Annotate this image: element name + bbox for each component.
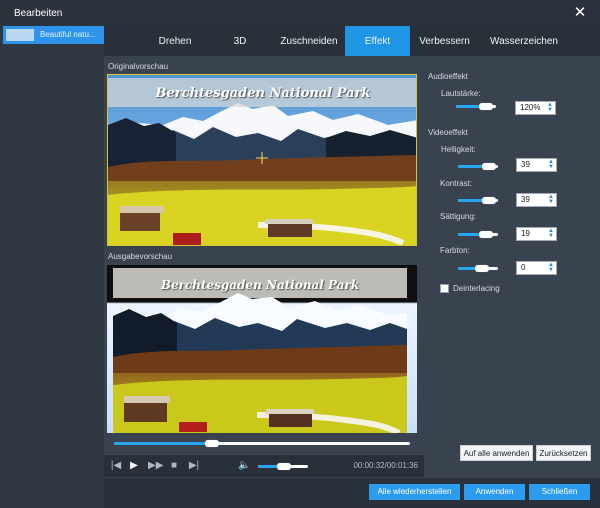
hue-label: Farbton: bbox=[440, 246, 470, 255]
tab-verbessern[interactable]: Verbessern bbox=[417, 26, 472, 56]
next-frame-icon[interactable]: ▶| bbox=[188, 460, 200, 472]
brightness-input[interactable]: 39 ▲ ▼ bbox=[516, 158, 557, 172]
brightness-slider[interactable] bbox=[458, 163, 498, 170]
audio-volume-slider[interactable] bbox=[456, 103, 496, 110]
contrast-thumb[interactable] bbox=[482, 197, 496, 204]
playback-progress-slider[interactable] bbox=[114, 440, 410, 447]
clip-sidebar: Beautiful natu... bbox=[0, 26, 104, 508]
playback-volume-slider[interactable] bbox=[258, 463, 308, 470]
playback-time: 00:00:32/00:01:36 bbox=[353, 461, 418, 470]
contrast-slider[interactable] bbox=[458, 197, 498, 204]
contrast-input[interactable]: 39 ▲ ▼ bbox=[516, 193, 557, 207]
audio-volume-thumb[interactable] bbox=[479, 103, 493, 110]
audio-section-title: Audioeffekt bbox=[428, 72, 468, 81]
original-preview: Berchtesgaden National Park bbox=[107, 74, 417, 246]
hue-input[interactable]: 0 ▲ ▼ bbox=[516, 261, 557, 275]
playback-controls: |◀ ▶ ▶▶ ■ ▶| 🔈 00:00:32/00:01:36 bbox=[104, 455, 424, 477]
close-button[interactable]: Schließen bbox=[529, 484, 590, 500]
close-icon[interactable]: ✕ bbox=[572, 5, 588, 21]
playback-progress-thumb[interactable] bbox=[204, 440, 219, 447]
saturation-slider[interactable] bbox=[458, 231, 498, 238]
output-overlay-title: Berchtesgaden National Park bbox=[160, 278, 360, 292]
saturation-input[interactable]: 19 ▲ ▼ bbox=[516, 227, 557, 241]
saturation-label: Sättigung: bbox=[440, 212, 477, 221]
video-section-title: Videoeffekt bbox=[428, 128, 468, 137]
window-title: Bearbeiten bbox=[14, 8, 63, 19]
playback-progress-fill bbox=[114, 442, 212, 445]
deinterlacing-checkbox[interactable] bbox=[440, 284, 449, 293]
sidebar-item-video[interactable]: Beautiful natu... bbox=[3, 26, 104, 44]
saturation-thumb[interactable] bbox=[479, 231, 493, 238]
contrast-label: Kontrast: bbox=[440, 179, 473, 188]
spin-arrows-icon[interactable]: ▲ ▼ bbox=[547, 194, 555, 205]
tab-3d[interactable]: 3D bbox=[219, 26, 261, 56]
video-thumbnail bbox=[6, 29, 34, 41]
spin-arrows-icon[interactable]: ▲ ▼ bbox=[547, 159, 555, 170]
spin-arrows-icon[interactable]: ▲ ▼ bbox=[547, 262, 555, 273]
apply-button[interactable]: Anwenden bbox=[464, 484, 525, 500]
volume-label: Lautstärke: bbox=[441, 89, 481, 98]
reset-button[interactable]: Zurücksetzen bbox=[536, 445, 591, 461]
tab-drehen[interactable]: Drehen bbox=[146, 26, 204, 56]
brightness-label: Helligkeit: bbox=[441, 145, 476, 154]
apply-all-button[interactable]: Auf alle anwenden bbox=[460, 445, 533, 461]
stop-icon[interactable]: ■ bbox=[168, 460, 180, 472]
original-overlay-title: Berchtesgaden National Park bbox=[155, 86, 371, 101]
bottom-action-bar bbox=[104, 478, 600, 508]
brightness-thumb[interactable] bbox=[482, 163, 496, 170]
tab-wasserzeichen[interactable]: Wasserzeichen bbox=[485, 26, 563, 56]
previous-frame-icon[interactable]: |◀ bbox=[110, 460, 122, 472]
tab-effekt[interactable]: Effekt bbox=[345, 26, 410, 56]
play-icon[interactable]: ▶ bbox=[128, 460, 140, 472]
sidebar-item-label: Beautiful natu... bbox=[40, 30, 96, 39]
deinterlacing-label: Deinterlacing bbox=[453, 284, 500, 293]
hue-thumb[interactable] bbox=[475, 265, 489, 272]
output-preview: Berchtesgaden National Park bbox=[107, 265, 417, 433]
title-bar: Bearbeiten ✕ bbox=[0, 0, 600, 26]
volume-input[interactable]: 120% ▲ ▼ bbox=[515, 101, 556, 115]
original-preview-label: Originalvorschau bbox=[108, 62, 169, 71]
forward-icon[interactable]: ▶▶ bbox=[148, 460, 163, 472]
spin-arrows-icon[interactable]: ▲ ▼ bbox=[546, 102, 554, 113]
output-preview-label: Ausgabevorschau bbox=[108, 252, 173, 261]
volume-icon[interactable]: 🔈 bbox=[238, 460, 250, 472]
edit-tabs: Drehen 3D Zuschneiden Effekt Verbessern … bbox=[104, 26, 600, 56]
restore-all-button[interactable]: Alle wiederherstellen bbox=[369, 484, 460, 500]
hue-slider[interactable] bbox=[458, 265, 498, 272]
tab-zuschneiden[interactable]: Zuschneiden bbox=[274, 26, 344, 56]
spin-arrows-icon[interactable]: ▲ ▼ bbox=[547, 228, 555, 239]
edit-window: Bearbeiten ✕ Beautiful natu... Drehen 3D… bbox=[0, 0, 600, 508]
playback-volume-thumb[interactable] bbox=[277, 463, 291, 470]
